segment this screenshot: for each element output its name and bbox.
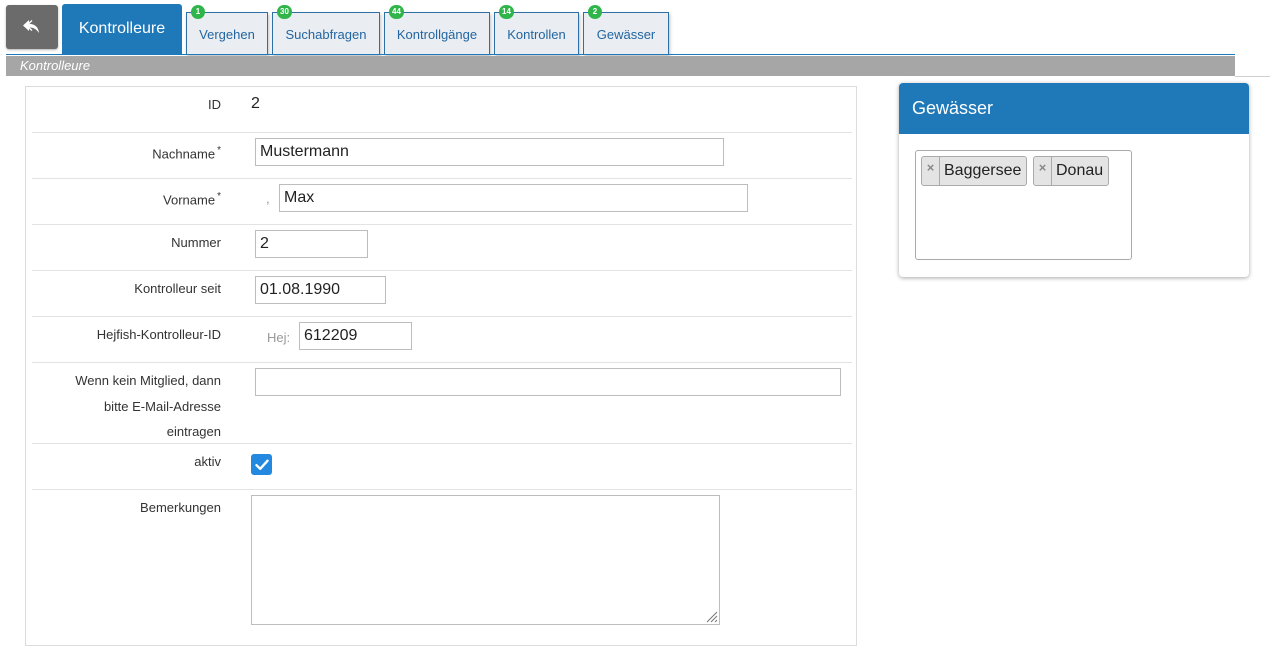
tab-kontrollen[interactable]: 14 Kontrollen (494, 5, 579, 55)
gewaesser-multiselect[interactable]: × Baggersee × Donau (915, 150, 1132, 260)
email-input[interactable] (255, 368, 841, 396)
tag-donau: × Donau (1033, 156, 1110, 186)
divider (1235, 76, 1270, 77)
nummer-label: Nummer (171, 235, 221, 250)
form-row-email: Wenn kein Mitglied, dann bitte E-Mail-Ad… (32, 363, 852, 444)
tab-label: Vergehen (199, 26, 255, 42)
form-row-hejfish-id: Hejfish-Kontrolleur-ID Hej: 612209 (32, 317, 852, 363)
form-row-id: ID 2 (32, 87, 852, 133)
tab-gewaesser[interactable]: 2 Gewässer (583, 5, 669, 55)
hejfish-id-label: Hejfish-Kontrolleur-ID (96, 327, 221, 342)
tab-label: Kontrolleure (78, 20, 166, 37)
tab-underline (6, 54, 1235, 55)
id-value: 2 (251, 95, 260, 112)
remove-tag-icon[interactable]: × (922, 157, 940, 185)
resize-handle-icon[interactable] (704, 609, 718, 623)
id-label: ID (208, 97, 221, 112)
gewaesser-card-title: Gewässer (899, 83, 1249, 134)
tab-label: Kontrollen (507, 26, 566, 42)
bemerkungen-label: Bemerkungen (140, 500, 221, 515)
vorname-input[interactable]: Max (279, 184, 748, 212)
section-title: Kontrolleure (20, 58, 91, 73)
count-badge: 14 (499, 5, 514, 19)
nummer-input[interactable]: 2 (255, 230, 368, 258)
form-row-vorname: Vorname * , Max (32, 179, 852, 225)
nachname-label: Nachname * (152, 145, 221, 162)
form-row-nachname: Nachname * Mustermann (32, 133, 852, 179)
hejfish-prefix: Hej: (267, 330, 291, 345)
count-badge: 44 (389, 5, 404, 19)
tab-suchabfragen[interactable]: 30 Suchabfragen (272, 5, 380, 55)
kontrolleur-form: ID 2 Nachname * Mustermann Vorname * , Max… (25, 86, 857, 646)
tab-vergehen[interactable]: 1 Vergehen (186, 5, 268, 55)
remove-tag-icon[interactable]: × (1034, 157, 1052, 185)
vorname-prefix: , (266, 191, 270, 206)
reply-arrow-icon (23, 19, 39, 33)
form-row-bemerkungen: Bemerkungen (32, 490, 852, 640)
tab-label: Gewässer (596, 26, 656, 42)
email-label: Wenn kein Mitglied, dann bitte E-Mail-Ad… (75, 373, 221, 439)
hejfish-id-input[interactable]: 612209 (299, 322, 412, 350)
tab-label: Suchabfragen (285, 26, 367, 42)
nachname-input[interactable]: Mustermann (255, 138, 724, 166)
kontrolleur-seit-label: Kontrolleur seit (134, 281, 221, 296)
section-header: Kontrolleure (6, 56, 1235, 76)
bemerkungen-textarea[interactable] (251, 495, 720, 625)
count-badge: 2 (588, 5, 602, 19)
kontrolleur-seit-input[interactable]: 01.08.1990 (255, 276, 386, 304)
gewaesser-card: Gewässer × Baggersee × Donau (899, 83, 1249, 277)
back-button[interactable] (6, 5, 58, 49)
tab-kontrollgaenge[interactable]: 44 Kontrollgänge (384, 5, 490, 55)
aktiv-checkbox[interactable] (251, 454, 272, 475)
count-badge: 1 (191, 5, 205, 19)
checkmark-icon (254, 459, 269, 470)
form-row-nummer: Nummer 2 (32, 225, 852, 271)
tab-kontrolleure[interactable]: Kontrolleure (62, 4, 182, 54)
form-row-aktiv: aktiv (32, 444, 852, 490)
tab-label: Kontrollgänge (396, 26, 478, 42)
count-badge: 30 (277, 5, 292, 19)
tag-baggersee: × Baggersee (921, 156, 1028, 186)
tag-label: Donau (1056, 162, 1104, 179)
tag-label: Baggersee (944, 162, 1022, 179)
vorname-label: Vorname * (163, 191, 221, 208)
aktiv-label: aktiv (194, 454, 221, 469)
form-row-kontrolleur-seit: Kontrolleur seit 01.08.1990 (32, 271, 852, 317)
